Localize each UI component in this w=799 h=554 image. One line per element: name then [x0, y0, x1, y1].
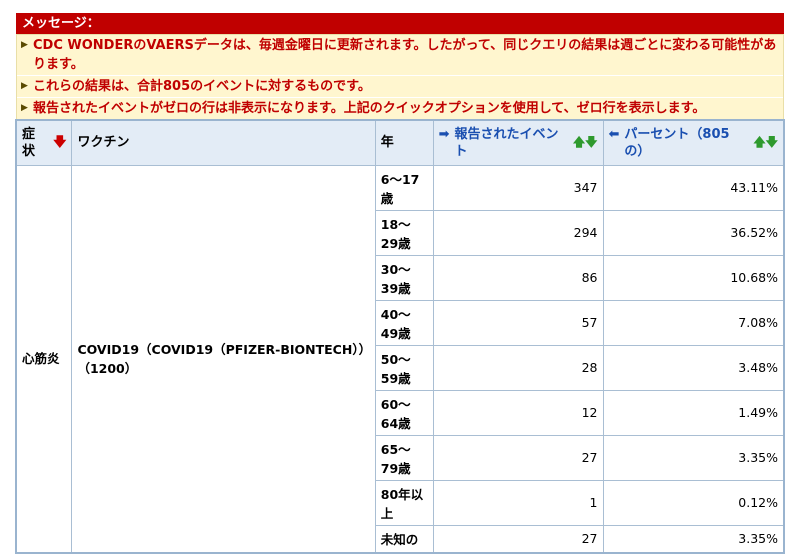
events-header-label[interactable]: 報告されたイベント: [455, 126, 560, 160]
vaccine-header-label: ワクチン: [77, 135, 130, 151]
symptom-header[interactable]: 症状 🡇: [15, 119, 73, 166]
events-cell: 27: [432, 524, 604, 554]
symptom-cell: 心筋炎: [15, 164, 73, 554]
events-cell: 1: [432, 479, 604, 526]
results-table: 症状 🡇 ワクチン 年 ➡ 報告されたイベント �: [15, 119, 785, 554]
age-cell: 65〜79歳: [374, 434, 434, 481]
events-header[interactable]: ➡ 報告されたイベント 🡅🡇: [432, 119, 604, 166]
age-cell: 50〜59歳: [374, 344, 434, 391]
message-item: ▶ 報告されたイベントがゼロの行は非表示になります。上記のクイックオプションを使…: [17, 97, 783, 119]
blue-right-arrow-icon[interactable]: ➡: [439, 126, 450, 143]
red-down-arrow-icon[interactable]: 🡇: [53, 134, 66, 151]
table-row: 心筋炎 COVID19（COVID19（PFIZER-BIONTECH））（12…: [15, 164, 785, 554]
message-text: CDC WONDERのVAERSデータは、毎週金曜日に更新されます。したがって、…: [33, 38, 777, 72]
events-cell: 347: [432, 164, 604, 211]
green-up-down-arrows-icon[interactable]: 🡅🡇: [753, 134, 778, 151]
events-cell: 12: [432, 389, 604, 436]
triangle-right-icon: ▶: [21, 40, 28, 50]
percent-cell: 43.11%: [602, 164, 785, 211]
message-text: これらの結果は、合計805のイベントに対するものです。: [33, 79, 371, 94]
percent-cell: 3.35%: [602, 434, 785, 481]
percent-cell: 36.52%: [602, 209, 785, 256]
age-cell: 30〜39歳: [374, 254, 434, 301]
symptom-header-label: 症状: [22, 126, 36, 159]
message-item: ▶ これらの結果は、合計805のイベントに対するものです。: [17, 75, 783, 97]
message-title: メッセージ：: [16, 13, 784, 34]
percent-cell: 3.35%: [602, 524, 785, 554]
vaccine-header: ワクチン: [71, 119, 376, 166]
age-cell: 40〜49歳: [374, 299, 434, 346]
events-cell: 28: [432, 344, 604, 391]
percent-header[interactable]: ⬅ パーセント（805の） 🡅🡇: [602, 119, 785, 166]
percent-cell: 3.48%: [602, 344, 785, 391]
green-up-down-arrows-icon[interactable]: 🡅🡇: [573, 134, 598, 151]
events-cell: 86: [432, 254, 604, 301]
percent-cell: 0.12%: [602, 479, 785, 526]
vaccine-cell: COVID19（COVID19（PFIZER-BIONTECH））（1200）: [71, 164, 376, 554]
results-page: メッセージ： ▶ CDC WONDERのVAERSデータは、毎週金曜日に更新され…: [0, 0, 799, 554]
blue-left-arrow-icon[interactable]: ⬅: [609, 126, 620, 143]
triangle-right-icon: ▶: [21, 103, 28, 113]
age-cell: 6〜17歳: [374, 164, 434, 211]
percent-cell: 1.49%: [602, 389, 785, 436]
age-cell: 未知の: [374, 524, 434, 554]
age-cell: 60〜64歳: [374, 389, 434, 436]
age-cell: 18〜29歳: [374, 209, 434, 256]
events-cell: 57: [432, 299, 604, 346]
table-header-row: 症状 🡇 ワクチン 年 ➡ 報告されたイベント �: [15, 119, 785, 166]
events-cell: 27: [432, 434, 604, 481]
year-header-label: 年: [380, 135, 394, 151]
message-text: 報告されたイベントがゼロの行は非表示になります。上記のクイックオプションを使用し…: [33, 101, 706, 116]
events-cell: 294: [432, 209, 604, 256]
percent-header-label[interactable]: パーセント（805の）: [624, 126, 744, 160]
year-header: 年: [374, 119, 434, 166]
age-cell: 80年以上: [374, 479, 434, 526]
message-item: ▶ CDC WONDERのVAERSデータは、毎週金曜日に更新されます。したがっ…: [17, 35, 783, 75]
percent-cell: 10.68%: [602, 254, 785, 301]
message-box: ▶ CDC WONDERのVAERSデータは、毎週金曜日に更新されます。したがっ…: [16, 34, 784, 120]
triangle-right-icon: ▶: [21, 81, 28, 91]
percent-cell: 7.08%: [602, 299, 785, 346]
